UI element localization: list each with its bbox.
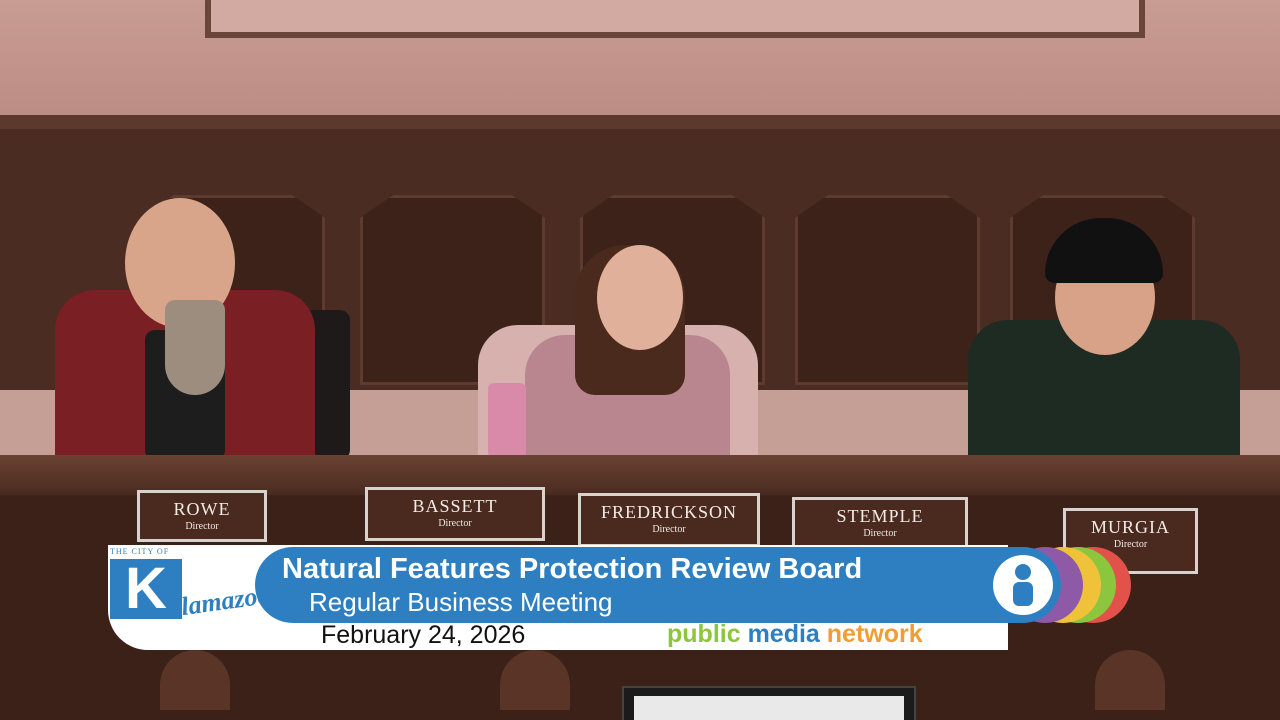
nameplate-bassett: BASSETT Director xyxy=(365,487,545,541)
city-of-kalamazoo-logo: THE CITY OF K alamazoo xyxy=(110,547,272,647)
network-logo xyxy=(985,547,1135,623)
nameplate-name: FREDRICKSON xyxy=(600,502,738,522)
desk-monitor xyxy=(622,686,916,720)
desk-top xyxy=(0,455,1280,495)
nameplate-name: STEMPLE xyxy=(836,506,924,526)
video-frame: ROWE Director BASSETT Director FREDRICKS… xyxy=(0,0,1280,720)
meeting-subtitle: Regular Business Meeting xyxy=(309,587,613,617)
nameplate-stemple: STEMPLE Director xyxy=(792,497,968,549)
monitor-screen xyxy=(634,696,904,720)
network-word-network: network xyxy=(826,620,923,648)
wall-panel xyxy=(795,195,980,385)
public-media-network-wordmark: public media network xyxy=(667,620,923,649)
network-word-media: media xyxy=(747,620,820,648)
nameplate-title: Director xyxy=(438,518,472,529)
nameplate-rowe: ROWE Director xyxy=(137,490,267,542)
nameplate-fredrickson: FREDRICKSON Director xyxy=(578,493,760,547)
network-word-public: public xyxy=(667,620,741,648)
nameplate-title: Director xyxy=(652,524,686,535)
nameplate-name: MURGIA xyxy=(1090,517,1170,537)
wall-frame xyxy=(205,0,1145,38)
logo-city-tag: THE CITY OF xyxy=(110,547,170,556)
info-person-icon xyxy=(985,547,1061,623)
nameplate-title: Director xyxy=(863,528,897,539)
nameplate-title: Director xyxy=(185,521,219,532)
nameplate-name: ROWE xyxy=(173,499,231,519)
nameplate-name: BASSETT xyxy=(412,496,498,516)
meeting-date: February 24, 2026 xyxy=(321,621,526,649)
meeting-title: Natural Features Protection Review Board xyxy=(282,553,863,585)
